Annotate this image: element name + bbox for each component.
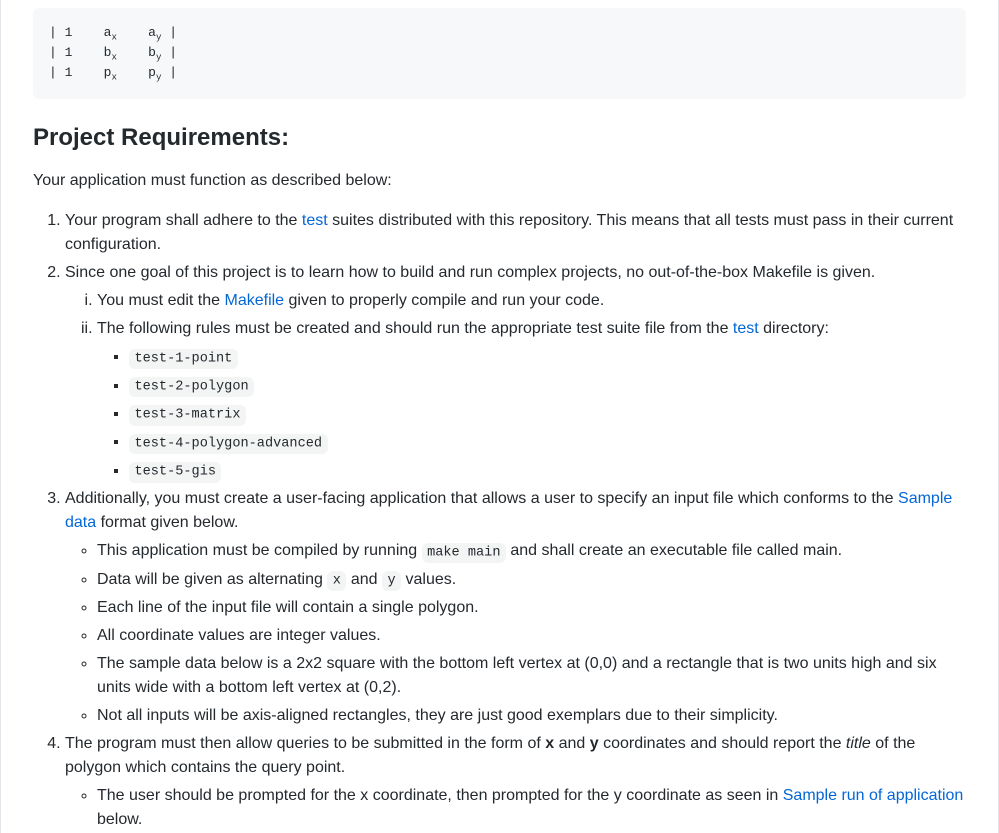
make-rule-item: test-1-point	[129, 345, 966, 369]
link-test-dir[interactable]: test	[733, 320, 759, 337]
requirement-item-4a: The user should be prompted for the x co…	[97, 784, 966, 832]
code-make-rule: test-4-polygon-advanced	[129, 434, 328, 454]
code-make-main: make main	[422, 543, 506, 563]
matrix-row: | 1 px py |	[49, 65, 177, 80]
code-y: y	[382, 571, 401, 591]
requirement-item-3b: Data will be given as alternating x and …	[97, 568, 966, 592]
section-heading-requirements: Project Requirements:	[33, 123, 966, 153]
make-rule-item: test-4-polygon-advanced	[129, 430, 966, 454]
readme-content: | 1 ax ay | | 1 bx by | | 1 px py | Proj…	[33, 0, 966, 832]
code-make-rule: test-5-gis	[129, 462, 221, 482]
requirement-item-3c: Each line of the input file will contain…	[97, 596, 966, 620]
requirement-item-2i: You must edit the Makefile given to prop…	[97, 289, 966, 313]
make-rule-item: test-5-gis	[129, 459, 966, 483]
matrix-row: | 1 ax ay |	[49, 25, 177, 40]
requirement-item-3e: The sample data below is a 2x2 square wi…	[97, 652, 966, 700]
requirement-item-4: The program must then allow queries to b…	[65, 732, 966, 832]
code-make-rule: test-2-polygon	[129, 377, 254, 397]
requirement-item-3d: All coordinate values are integer values…	[97, 624, 966, 648]
code-x: x	[327, 571, 346, 591]
requirements-list: Your program shall adhere to the test su…	[33, 209, 966, 832]
bold-x: x	[545, 735, 554, 752]
link-test-suites[interactable]: test	[302, 212, 328, 229]
make-rule-item: test-2-polygon	[129, 374, 966, 398]
make-rule-item: test-3-matrix	[129, 402, 966, 426]
requirement-item-1: Your program shall adhere to the test su…	[65, 209, 966, 257]
code-make-rule: test-3-matrix	[129, 405, 246, 425]
bold-y: y	[590, 735, 599, 752]
intro-paragraph: Your application must function as descri…	[33, 169, 966, 193]
requirement-item-3a: This application must be compiled by run…	[97, 539, 966, 563]
italic-title: title	[846, 735, 871, 752]
matrix-codeblock: | 1 ax ay | | 1 bx by | | 1 px py |	[33, 8, 966, 99]
code-make-rule: test-1-point	[129, 349, 238, 369]
requirement-item-3: Additionally, you must create a user-fac…	[65, 487, 966, 728]
requirement-item-2: Since one goal of this project is to lea…	[65, 261, 966, 483]
link-sample-run[interactable]: Sample run of application	[783, 787, 964, 804]
requirement-item-3f: Not all inputs will be axis-aligned rect…	[97, 704, 966, 728]
matrix-row: | 1 bx by |	[49, 45, 177, 60]
requirement-item-2ii: The following rules must be created and …	[97, 317, 966, 483]
link-makefile[interactable]: Makefile	[225, 292, 285, 309]
